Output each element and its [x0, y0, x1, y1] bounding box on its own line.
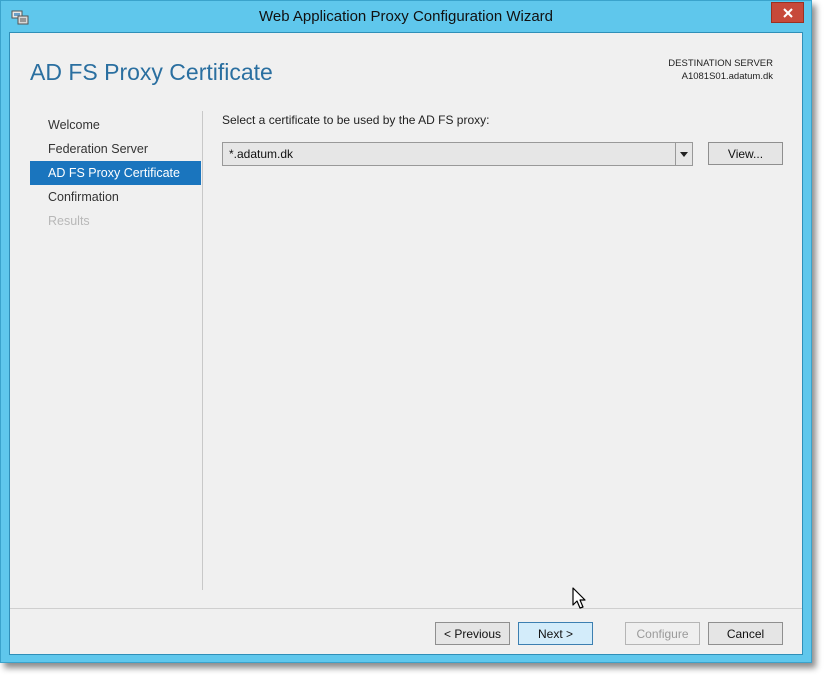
wizard-nav: Welcome Federation Server AD FS Proxy Ce… [30, 113, 201, 233]
nav-item-welcome[interactable]: Welcome [30, 113, 201, 137]
certificate-select-value: *.adatum.dk [229, 147, 294, 161]
previous-button[interactable]: < Previous [435, 622, 510, 645]
wizard-window: Web Application Proxy Configuration Wiza… [0, 0, 812, 663]
nav-item-ad-fs-proxy-certificate[interactable]: AD FS Proxy Certificate [30, 161, 201, 185]
destination-server-label: DESTINATION SERVER [668, 58, 773, 69]
cancel-button[interactable]: Cancel [708, 622, 783, 645]
close-icon [782, 7, 793, 18]
wizard-client-area: AD FS Proxy Certificate DESTINATION SERV… [9, 32, 803, 655]
window-title: Web Application Proxy Configuration Wiza… [258, 8, 554, 25]
configure-button: Configure [625, 622, 700, 645]
nav-divider [202, 111, 203, 590]
wizard-footer: < Previous Next > Configure Cancel [10, 608, 802, 654]
destination-server-value: A1081S01.adatum.dk [681, 71, 773, 82]
certificate-prompt: Select a certificate to be used by the A… [222, 113, 490, 127]
certificate-select[interactable]: *.adatum.dk [222, 142, 693, 166]
next-button[interactable]: Next > [518, 622, 593, 645]
nav-item-results: Results [48, 214, 90, 228]
nav-item-federation-server[interactable]: Federation Server [30, 137, 201, 161]
nav-item-confirmation[interactable]: Confirmation [30, 185, 201, 209]
dropdown-arrow-icon[interactable] [675, 143, 692, 165]
title-bar[interactable]: Web Application Proxy Configuration Wiza… [1, 1, 811, 32]
close-button[interactable] [771, 2, 804, 23]
page-title: AD FS Proxy Certificate [30, 59, 273, 85]
view-button[interactable]: View... [708, 142, 783, 165]
mouse-cursor-icon [572, 587, 586, 609]
